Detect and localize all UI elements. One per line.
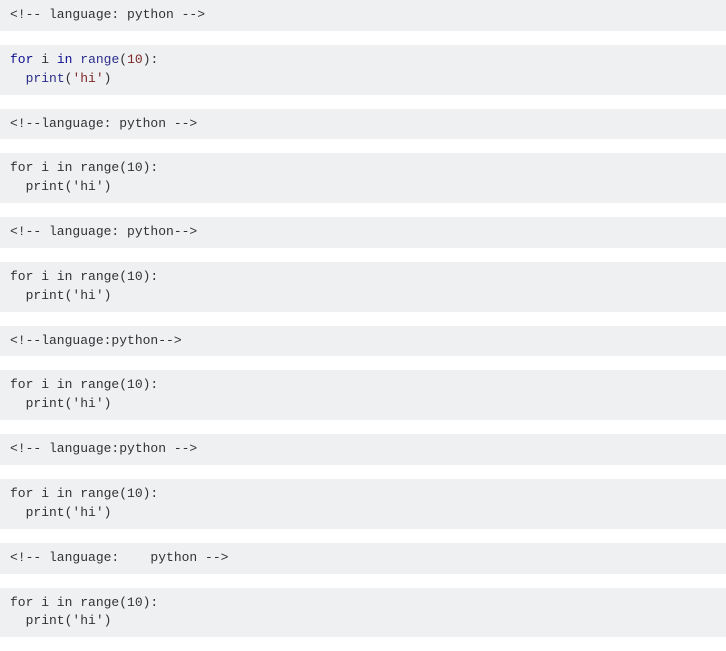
code-token	[10, 71, 26, 86]
code-token: 10	[127, 52, 143, 67]
code-token: )	[104, 71, 112, 86]
language-hint-block: <!--language: python -->	[0, 109, 726, 140]
code-text: for i in range(10): print('hi')	[10, 595, 158, 629]
language-hint-block: <!-- language: python-->	[0, 217, 726, 248]
code-block: for i in range(10): print('hi')	[0, 45, 726, 95]
code-block: for i in range(10): print('hi')	[0, 479, 726, 529]
language-hint-block: <!-- language: python -->	[0, 0, 726, 31]
code-token: (	[119, 52, 127, 67]
language-hint-block: <!-- language: python -->	[0, 543, 726, 574]
language-hint-text: <!--language:python-->	[10, 333, 182, 348]
code-block: for i in range(10): print('hi')	[0, 370, 726, 420]
language-hint-text: <!-- language: python -->	[10, 550, 228, 565]
language-hint-text: <!--language: python -->	[10, 116, 197, 131]
code-block: for i in range(10): print('hi')	[0, 262, 726, 312]
code-token: 'hi'	[72, 71, 103, 86]
code-token: i	[41, 52, 49, 67]
language-hint-block: <!-- language:python -->	[0, 434, 726, 465]
code-token: range	[80, 52, 119, 67]
language-hint-text: <!-- language:python -->	[10, 441, 197, 456]
code-token: for	[10, 52, 33, 67]
language-hint-text: <!-- language: python -->	[10, 7, 205, 22]
code-text: for i in range(10): print('hi')	[10, 486, 158, 520]
code-token	[49, 52, 57, 67]
code-text: for i in range(10): print('hi')	[10, 160, 158, 194]
code-token: print	[26, 71, 65, 86]
code-block: for i in range(10): print('hi')	[0, 588, 726, 638]
language-hint-block: <!--language:python-->	[0, 326, 726, 357]
code-token: in	[57, 52, 73, 67]
code-text: for i in range(10): print('hi')	[10, 377, 158, 411]
language-hint-text: <!-- language: python-->	[10, 224, 197, 239]
code-token: ):	[143, 52, 159, 67]
code-block: for i in range(10): print('hi')	[0, 153, 726, 203]
code-text: for i in range(10): print('hi')	[10, 269, 158, 303]
